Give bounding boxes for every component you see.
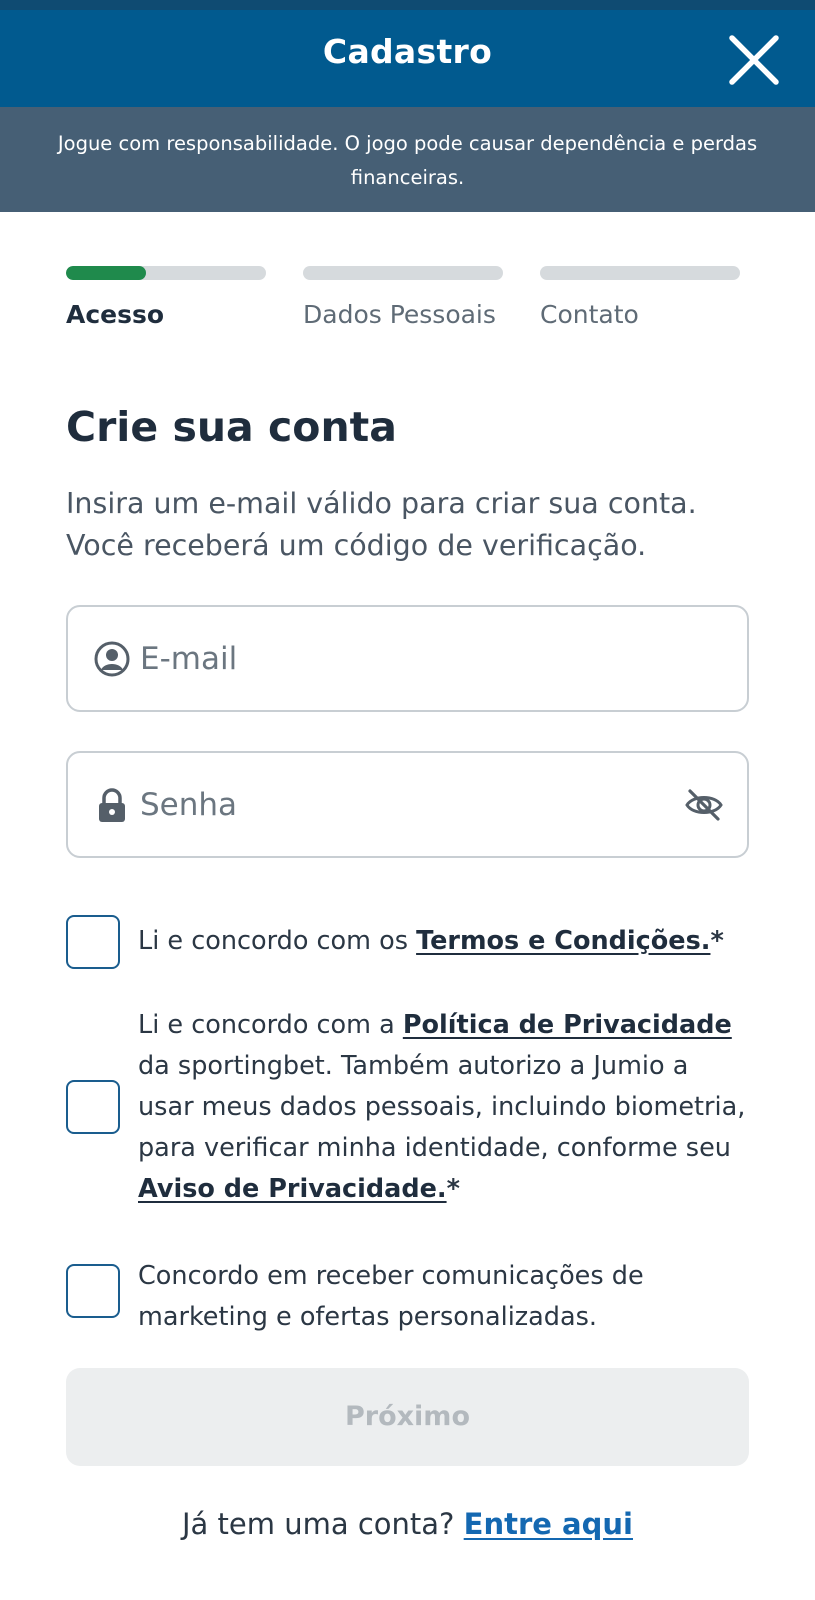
privacy-notice-link[interactable]: Aviso de Privacidade. (138, 1174, 447, 1204)
login-prompt: Já tem uma conta? Entre aqui (0, 1507, 815, 1541)
privacy-policy-link[interactable]: Política de Privacidade (403, 1010, 732, 1040)
password-input[interactable] (140, 753, 660, 856)
form-heading: Crie sua conta (66, 403, 397, 451)
close-button[interactable] (726, 32, 782, 88)
step-progress-acesso (66, 266, 266, 280)
email-input[interactable] (140, 607, 660, 710)
close-icon[interactable] (726, 32, 782, 88)
responsible-gaming-banner: Jogue com responsabilidade. O jogo pode … (0, 107, 815, 212)
terms-consent-text: Li e concordo com os Termos e Condições.… (138, 921, 758, 962)
step-progress-contato (540, 266, 740, 280)
privacy-middle-text: da sportingbet. Também autorizo a Jumio … (138, 1051, 746, 1163)
terms-required-mark: * (710, 926, 724, 956)
lock-icon (99, 788, 125, 822)
next-button[interactable]: Próximo (66, 1368, 749, 1466)
privacy-required-mark: * (446, 1174, 460, 1204)
step-progress-fill (66, 266, 146, 280)
terms-link[interactable]: Termos e Condições. (416, 926, 710, 956)
eye-off-icon[interactable] (684, 787, 724, 823)
step-label-acesso: Acesso (66, 300, 165, 329)
user-circle-icon (94, 641, 130, 677)
marketing-checkbox[interactable] (66, 1264, 120, 1318)
login-link[interactable]: Entre aqui (464, 1507, 633, 1541)
step-label-dados-pessoais: Dados Pessoais (303, 300, 496, 329)
form-subtext: Insira um e-mail válido para criar sua c… (66, 487, 697, 562)
privacy-consent-text: Li e concordo com a Política de Privacid… (138, 1005, 750, 1210)
app-header: Cadastro (0, 0, 815, 107)
password-field[interactable] (66, 751, 749, 858)
login-prompt-text: Já tem uma conta? (182, 1507, 464, 1541)
terms-prefix: Li e concordo com os (138, 926, 417, 956)
privacy-checkbox[interactable] (66, 1080, 120, 1134)
privacy-prefix: Li e concordo com a (138, 1010, 403, 1040)
step-label-contato: Contato (540, 300, 639, 329)
terms-checkbox[interactable] (66, 915, 120, 969)
marketing-consent-text: Concordo em receber comunicações de mark… (138, 1261, 644, 1332)
step-progress-dados-pessoais (303, 266, 503, 280)
email-field[interactable] (66, 605, 749, 712)
page-title: Cadastro (322, 32, 493, 71)
